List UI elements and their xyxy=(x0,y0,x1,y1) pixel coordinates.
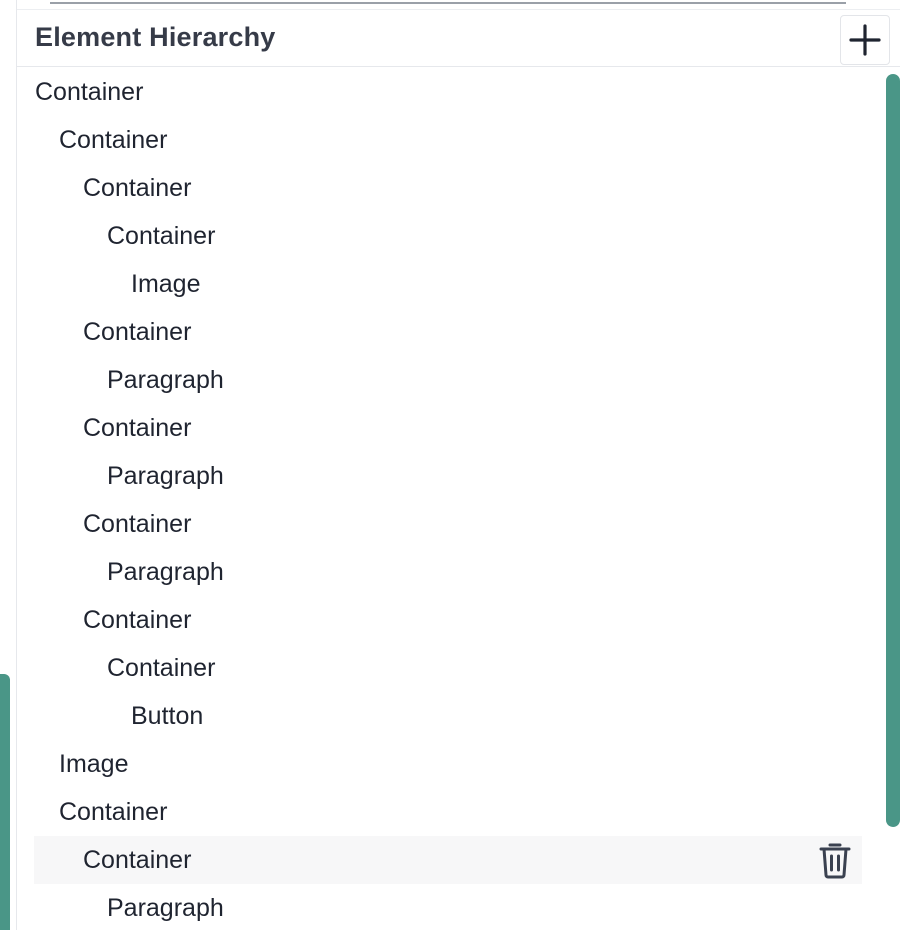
trash-icon xyxy=(819,843,851,879)
tree-item[interactable]: Container xyxy=(34,644,862,692)
element-hierarchy-page: Element Hierarchy Container Container Cont… xyxy=(0,0,900,930)
panel-title: Element Hierarchy xyxy=(35,22,276,52)
tree-item[interactable]: Paragraph xyxy=(34,452,862,500)
panel-left-border xyxy=(16,0,17,930)
tree-item-label: Paragraph xyxy=(107,893,224,922)
top-divider xyxy=(50,2,846,4)
tree-item[interactable]: Paragraph xyxy=(34,356,862,404)
tree-item-label: Container xyxy=(59,125,168,154)
tree-item-label: Paragraph xyxy=(107,365,224,394)
tree-item-label: Image xyxy=(59,749,129,778)
tree-item[interactable]: Container xyxy=(34,212,862,260)
tree-item-label: Container xyxy=(83,845,192,874)
tree-item-label: Container xyxy=(107,221,216,250)
tree-item[interactable]: Container xyxy=(34,164,862,212)
tree-item[interactable]: Button xyxy=(34,692,862,740)
tree-item-label: Container xyxy=(83,317,192,346)
tree-item-label: Paragraph xyxy=(107,557,224,586)
panel-header: Element Hierarchy xyxy=(17,10,900,67)
tree-item[interactable]: Paragraph xyxy=(34,548,862,596)
tree-item[interactable]: Container xyxy=(34,788,862,836)
tree-item[interactable]: Image xyxy=(34,740,862,788)
tree-item[interactable]: Container xyxy=(34,308,862,356)
tree-item-label: Container xyxy=(35,77,144,106)
tree-item-label: Container xyxy=(83,509,192,538)
tree-item[interactable]: Container xyxy=(34,836,862,884)
tree-item[interactable]: Image xyxy=(34,260,862,308)
element-tree: Container Container Container Container Imag… xyxy=(34,68,862,930)
tree-item-label: Paragraph xyxy=(107,461,224,490)
tree-item[interactable]: Container xyxy=(34,68,862,116)
tree-item-label: Container xyxy=(59,797,168,826)
plus-icon xyxy=(849,24,881,56)
tree-item-label: Container xyxy=(83,173,192,202)
tree-item[interactable]: Container xyxy=(34,116,862,164)
delete-element-button[interactable] xyxy=(816,841,854,879)
tree-item-label: Container xyxy=(83,413,192,442)
add-element-button[interactable] xyxy=(840,15,890,65)
tree-item-label: Container xyxy=(83,605,192,634)
tree-item[interactable]: Container xyxy=(34,596,862,644)
tree-item-label: Button xyxy=(131,701,204,730)
tree-scrollbar-thumb[interactable] xyxy=(886,74,900,827)
tree-item-label: Container xyxy=(107,653,216,682)
tree-item-label: Image xyxy=(131,269,201,298)
left-panel-scroll-indicator[interactable] xyxy=(0,674,10,930)
tree-item[interactable]: Container xyxy=(34,500,862,548)
tree-item[interactable]: Paragraph xyxy=(34,884,862,930)
tree-item[interactable]: Container xyxy=(34,404,862,452)
